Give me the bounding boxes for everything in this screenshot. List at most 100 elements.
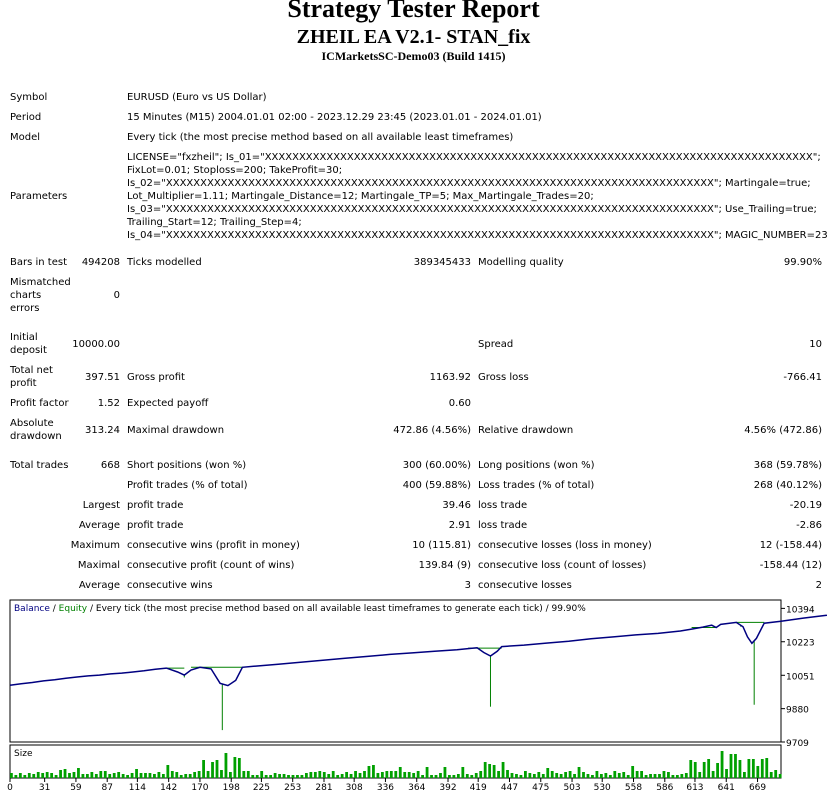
size-bar (608, 775, 612, 778)
size-bar (36, 772, 40, 778)
size-bar (537, 772, 541, 778)
size-bar (197, 771, 201, 778)
mismatched-value: 0 (113, 290, 120, 301)
size-bar (103, 771, 107, 778)
deposit-label: Initial deposit (10, 332, 47, 356)
size-bar (729, 754, 733, 778)
quality-value: 99.90% (783, 257, 822, 268)
size-bar (211, 762, 214, 778)
size-bar (117, 772, 121, 778)
largest-profit-value: 39.46 (442, 500, 471, 511)
size-bar (23, 775, 27, 778)
size-bar (72, 772, 76, 778)
size-bar (161, 774, 165, 778)
average-label: Average (78, 520, 120, 531)
size-bar (671, 775, 675, 778)
size-bar (394, 771, 398, 778)
largest-loss-value: -20.19 (789, 500, 822, 511)
size-bar (474, 773, 478, 778)
size-bar (340, 774, 344, 778)
x-tick-label: 475 (532, 783, 549, 791)
symbol-label: Symbol (10, 92, 48, 103)
size-bar (434, 775, 438, 778)
size-bar (278, 774, 281, 778)
size-bar (68, 773, 71, 778)
size-bar (354, 771, 357, 778)
size-bar (336, 775, 340, 778)
size-bar (675, 775, 679, 778)
size-bar (45, 772, 49, 778)
size-bar (769, 772, 773, 778)
size-bar (626, 775, 630, 778)
profit-factor-value: 1.52 (97, 398, 120, 409)
size-bar (291, 775, 295, 778)
x-tick-label: 586 (656, 783, 673, 791)
largest-profit-label: profit trade (127, 500, 184, 511)
spread-label: Spread (478, 339, 514, 350)
size-bar (689, 760, 693, 778)
size-bar (287, 775, 290, 778)
short-positions-label: Short positions (won %) (127, 460, 247, 471)
size-bar (380, 772, 384, 778)
maximum-label: Maximum (70, 540, 120, 551)
size-bar (524, 771, 527, 778)
net-profit-label: Total net profit (10, 365, 53, 389)
y-tick-label: 9880 (786, 706, 809, 716)
size-bar (738, 760, 742, 778)
size-bar (702, 762, 706, 778)
size-bar (662, 771, 666, 778)
size-bar (751, 759, 755, 778)
x-tick-label: 225 (253, 783, 270, 791)
absolute-drawdown-value: 313.24 (85, 425, 120, 436)
size-bar (456, 774, 460, 778)
relative-drawdown-value: 4.56% (472.86) (744, 425, 822, 436)
size-bar (760, 759, 764, 778)
size-bar (403, 772, 407, 778)
loss-trades-value: 268 (40.12%) (753, 480, 822, 491)
ea-name: ZHEIL EA V2.1- STAN_fix (296, 26, 531, 48)
profit-factor-label: Profit factor (10, 398, 69, 409)
size-bar (711, 771, 715, 778)
x-tick-label: 364 (408, 783, 425, 791)
size-bar (510, 773, 514, 778)
largest-label: Largest (82, 500, 120, 511)
parameters-line: Is_02="XXXXXXXXXXXXXXXXXXXXXXXXXXXXXXXXX… (127, 178, 811, 189)
y-tick-label: 10051 (786, 672, 815, 682)
size-bar (501, 762, 505, 778)
balance-chart-frame (9, 599, 782, 743)
size-bar (541, 774, 545, 778)
avg-consecutive-losses-label: consecutive losses (478, 580, 572, 591)
size-bar (54, 775, 58, 778)
long-positions-value: 368 (59.78%) (753, 460, 822, 471)
period-value: 15 Minutes (M15) 2004.01.01 02:00 - 2023… (127, 112, 542, 123)
size-bar (90, 772, 94, 778)
size-bar (756, 766, 760, 778)
size-bar (604, 773, 608, 778)
parameters-line: Trailing_Start=12; Trailing_Step=4; (127, 217, 302, 228)
size-bar (707, 759, 711, 778)
size-bar (255, 775, 259, 778)
x-tick-label: 447 (501, 783, 518, 791)
parameters-line: LICENSE="fxzheil"; Is_01="XXXXXXXXXXXXXX… (127, 152, 821, 163)
size-bar (376, 773, 380, 778)
size-bar (443, 767, 447, 778)
parameters-line: Is_04="XXXXXXXXXXXXXXXXXXXXXXXXXXXXXXXXX… (127, 230, 827, 241)
size-bar (488, 764, 492, 778)
x-tick-label: 114 (129, 783, 146, 791)
size-bar (41, 773, 45, 778)
avg-consecutive-losses-value: 2 (815, 580, 822, 591)
average-profit-value: 2.91 (448, 520, 471, 531)
relative-drawdown-label: Relative drawdown (478, 425, 574, 436)
size-bar (631, 766, 635, 778)
size-bar (193, 772, 197, 778)
size-bar (407, 772, 411, 778)
size-bar (680, 774, 684, 778)
size-bar (99, 771, 103, 778)
maximal-drawdown-label: Maximal drawdown (127, 425, 225, 436)
symbol-value: EURUSD (Euro vs US Dollar) (127, 92, 267, 103)
size-bar (532, 774, 536, 778)
size-bar (470, 775, 474, 778)
size-bar (144, 773, 147, 778)
size-bar (519, 775, 523, 778)
size-bar (716, 763, 719, 778)
